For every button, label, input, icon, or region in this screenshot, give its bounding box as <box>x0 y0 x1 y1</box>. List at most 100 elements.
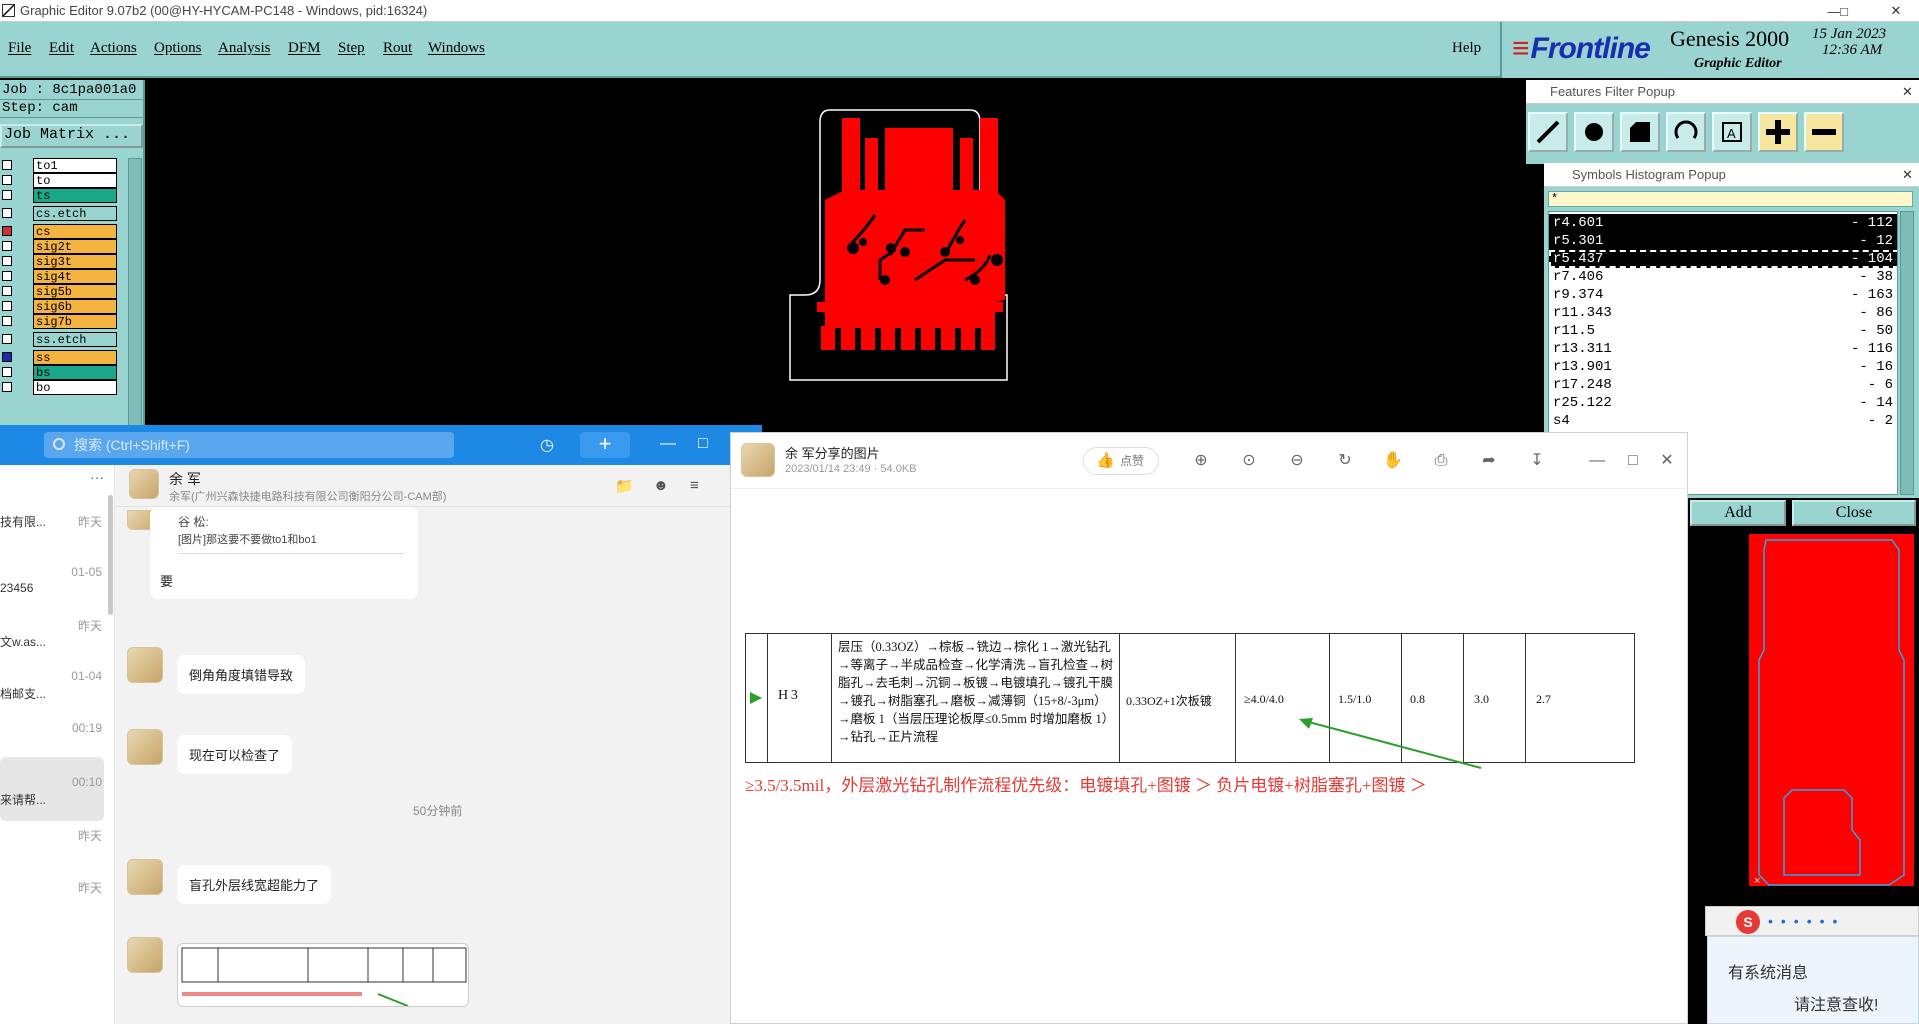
layer-row[interactable]: bs <box>0 365 118 380</box>
menu-help[interactable]: Help <box>1452 40 1481 57</box>
layer-row[interactable]: to1 <box>0 158 118 173</box>
zoom-in-icon[interactable]: ⊕ <box>1189 449 1213 473</box>
conversation-preview[interactable]: 23456 <box>0 581 114 595</box>
symbol-row[interactable]: r7.406 - 38 <box>1549 268 1897 286</box>
line-tool-button[interactable] <box>1528 112 1568 152</box>
conversation-preview[interactable]: 来请帮... <box>0 791 114 808</box>
layer-name[interactable]: to1 <box>33 158 117 173</box>
symbol-row[interactable]: r5.437 - 104 <box>1549 250 1897 268</box>
close-icon[interactable]: ✕ <box>1902 167 1913 183</box>
layer-name[interactable]: sig6b <box>33 299 117 314</box>
layer-checkbox[interactable] <box>2 241 12 251</box>
text-tool-button[interactable]: A <box>1712 112 1752 152</box>
layer-checkbox[interactable] <box>2 208 12 218</box>
layer-name[interactable]: sig7b <box>33 314 117 329</box>
symbol-row[interactable]: r17.248 - 6 <box>1549 376 1897 394</box>
menu-analysis[interactable]: Analysis <box>218 40 271 57</box>
like-button[interactable]: 👍 点赞 <box>1083 447 1159 475</box>
more-icon[interactable]: ··· <box>90 469 104 485</box>
menu-edit[interactable]: Edit <box>49 40 74 57</box>
layer-name[interactable]: cs <box>33 224 117 239</box>
menu-windows[interactable]: Windows <box>428 40 485 57</box>
layer-row[interactable]: cs.etch <box>0 206 118 221</box>
layer-row[interactable]: ss.etch <box>0 332 118 347</box>
conversation-preview[interactable]: 档邮支... <box>0 685 114 702</box>
system-notification[interactable]: 有系统消息 请注意查收! <box>1707 936 1919 1024</box>
menu-file[interactable]: File <box>8 40 31 57</box>
layer-scrollbar[interactable] <box>128 158 142 428</box>
minimize-button[interactable]: — <box>1585 449 1609 473</box>
job-matrix-button[interactable]: Job Matrix ... <box>0 124 143 148</box>
image-thumbnail[interactable] <box>177 943 469 1007</box>
layer-row[interactable]: to <box>0 173 118 188</box>
surface-tool-button[interactable] <box>1620 112 1660 152</box>
layer-checkbox[interactable] <box>2 352 12 362</box>
layer-name[interactable]: ss.etch <box>33 332 117 347</box>
fit-icon[interactable]: ⊙ <box>1237 449 1261 473</box>
layer-checkbox[interactable] <box>2 286 12 296</box>
hand-icon[interactable]: ✋ <box>1381 449 1405 473</box>
share-icon[interactable]: ➦ <box>1477 449 1501 473</box>
layer-row[interactable]: sig5b <box>0 284 118 299</box>
positive-polarity-button[interactable] <box>1758 112 1798 152</box>
layer-checkbox[interactable] <box>2 301 12 311</box>
symbol-row[interactable]: r25.122 - 14 <box>1549 394 1897 412</box>
layer-row[interactable]: ss <box>0 350 118 365</box>
layer-name[interactable]: sig2t <box>33 239 117 254</box>
close-button[interactable]: ✕ <box>1655 449 1679 473</box>
layer-name[interactable]: sig5b <box>33 284 117 299</box>
layer-name[interactable]: sig4t <box>33 269 117 284</box>
conversation-preview[interactable]: 文w.as... <box>0 633 114 650</box>
maximize-button[interactable]: □ <box>1824 0 1864 22</box>
maximize-button[interactable]: □ <box>698 435 708 453</box>
add-button[interactable]: Add <box>1690 500 1786 526</box>
symbol-row[interactable]: r13.311 - 116 <box>1549 340 1897 358</box>
layer-row[interactable]: ts <box>0 188 118 203</box>
symbol-row[interactable]: r9.374 - 163 <box>1549 286 1897 304</box>
symbol-row[interactable]: r11.5 - 50 <box>1549 322 1897 340</box>
layer-row[interactable]: cs <box>0 224 118 239</box>
layer-name[interactable]: to <box>33 173 117 188</box>
layer-checkbox[interactable] <box>2 226 12 236</box>
add-button[interactable]: + <box>580 432 630 458</box>
layer-row[interactable]: sig2t <box>0 239 118 254</box>
layer-row[interactable]: bo <box>0 380 118 395</box>
layer-checkbox[interactable] <box>2 160 12 170</box>
layer-checkbox[interactable] <box>2 190 12 200</box>
layer-checkbox[interactable] <box>2 316 12 326</box>
negative-polarity-button[interactable] <box>1804 112 1844 152</box>
close-icon[interactable]: ✕ <box>1902 84 1913 100</box>
history-icon[interactable]: ◷ <box>540 435 554 455</box>
conversation-list[interactable]: ··· 技有限... 昨天 01-05 23456 昨天 文w.as... 01-04 档邮支… <box>0 465 115 1024</box>
menu-actions[interactable]: Actions <box>90 40 137 57</box>
layer-name[interactable]: bo <box>33 380 117 395</box>
rotate-icon[interactable]: ↻ <box>1333 449 1357 473</box>
list-scrollbar[interactable] <box>108 495 113 615</box>
folder-icon[interactable]: 📁 <box>615 477 634 495</box>
layer-checkbox[interactable] <box>2 271 12 281</box>
layer-name[interactable]: ts <box>33 188 117 203</box>
menu-rout[interactable]: Rout <box>383 40 412 57</box>
download-icon[interactable]: ↧ <box>1525 449 1549 473</box>
ime-toolbar[interactable]: S •••••• <box>1705 906 1919 936</box>
layer-checkbox[interactable] <box>2 334 12 344</box>
symbol-row[interactable]: r13.901 - 16 <box>1549 358 1897 376</box>
menu-dfm[interactable]: DFM <box>288 40 321 57</box>
symbol-row[interactable]: r11.343 - 86 <box>1549 304 1897 322</box>
symbol-list-scrollbar[interactable] <box>1900 211 1914 495</box>
menu-step[interactable]: Step <box>338 40 365 57</box>
layer-name[interactable]: sig3t <box>33 254 117 269</box>
layer-name[interactable]: cs.etch <box>33 206 117 221</box>
add-contact-icon[interactable]: ☻ <box>653 477 669 494</box>
symbol-row[interactable]: s4 - 2 <box>1549 412 1897 430</box>
layer-row[interactable]: sig7b <box>0 314 118 329</box>
pad-tool-button[interactable] <box>1574 112 1614 152</box>
layer-name[interactable]: bs <box>33 365 117 380</box>
preview-canvas[interactable]: × <box>1744 530 1919 890</box>
layer-row[interactable]: sig3t <box>0 254 118 269</box>
search-chat-icon[interactable]: ≡ <box>690 477 699 494</box>
avatar[interactable] <box>129 469 159 499</box>
symbol-row[interactable]: r4.601 - 112 <box>1549 214 1897 232</box>
layer-checkbox[interactable] <box>2 175 12 185</box>
layer-checkbox[interactable] <box>2 382 12 392</box>
